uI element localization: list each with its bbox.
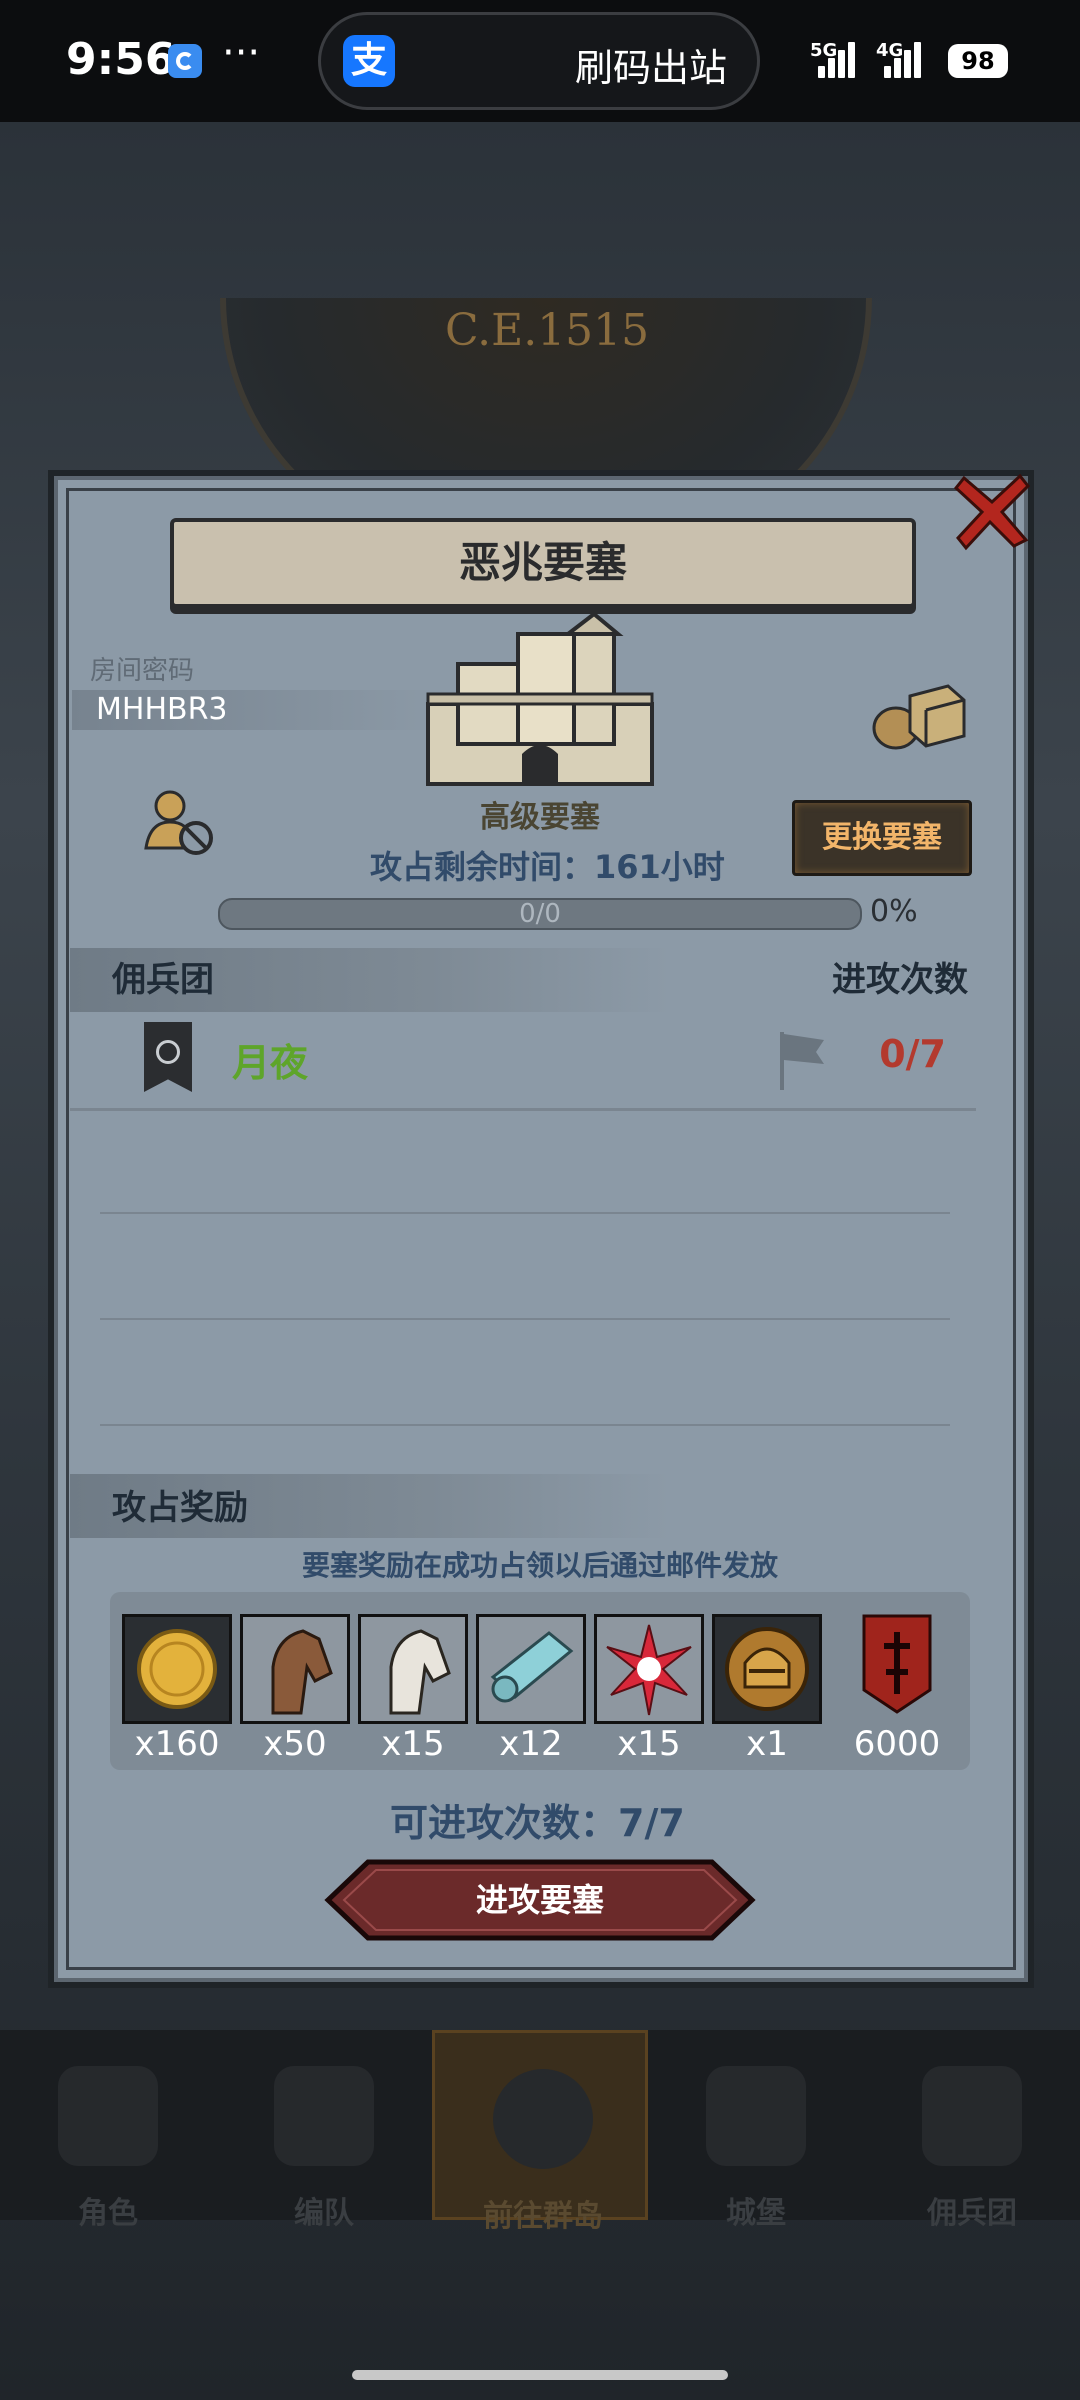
- guild-banner-icon: [144, 1022, 192, 1092]
- compass-icon: [493, 2069, 593, 2169]
- pill-text: 刷码出站: [574, 46, 727, 90]
- reward-item[interactable]: [240, 1614, 350, 1724]
- ship-icon: [922, 2066, 1022, 2166]
- attack-count-header: 进攻次数: [832, 960, 968, 1000]
- knight-helmet-coin-icon: [725, 1627, 809, 1711]
- knight-icon: [58, 2066, 158, 2166]
- reward-quantity: x12: [499, 1724, 563, 1764]
- nav-label: 城堡: [726, 2196, 786, 2231]
- nav-tab-character[interactable]: 角色: [0, 2030, 216, 2231]
- reward-quantity: x15: [381, 1724, 445, 1764]
- reward-item[interactable]: [358, 1614, 468, 1724]
- available-attacks-label: 可进攻次数：7/7: [390, 1801, 685, 1845]
- home-indicator[interactable]: [352, 2370, 728, 2380]
- browser-app-icon: [168, 44, 202, 78]
- reward-item[interactable]: [476, 1614, 586, 1724]
- supply-crate-icon[interactable]: [872, 680, 966, 750]
- castle-nav-icon: [706, 2066, 806, 2166]
- reward-quantity: 6000: [853, 1724, 941, 1764]
- signal-bars-icon: [818, 42, 866, 78]
- cloth-scroll-icon: [479, 1617, 583, 1721]
- empty-row-divider: [100, 1424, 950, 1426]
- room-password-label: 房间密码: [90, 656, 195, 686]
- nav-tab-guild[interactable]: 佣兵团: [864, 2030, 1080, 2231]
- fortress-level-label: 高级要塞: [480, 800, 600, 835]
- nav-label: 前往群岛: [483, 2199, 603, 2234]
- change-fortress-button[interactable]: 更换要塞: [792, 800, 972, 876]
- guild-name: 月夜: [232, 1041, 309, 1085]
- nav-tab-castle[interactable]: 城堡: [648, 2030, 864, 2231]
- dialog-title: 恶兆要塞: [458, 538, 627, 587]
- helmet-icon: [274, 2066, 374, 2166]
- nav-label: 角色: [78, 2196, 138, 2231]
- nav-label: 佣兵团: [927, 2196, 1017, 2231]
- empty-row-divider: [100, 1318, 950, 1320]
- guild-row[interactable]: 月夜 0/7: [70, 1012, 976, 1111]
- nav-tab-formation[interactable]: 编队: [216, 2030, 432, 2231]
- reward-item[interactable]: [712, 1614, 822, 1724]
- reward-note: 要塞奖励在成功占领以后通过邮件发放: [301, 1549, 778, 1582]
- empty-row-divider: [100, 1212, 950, 1214]
- nav-label: 编队: [294, 2196, 354, 2231]
- live-activity-pill[interactable]: 支 刷码出站: [318, 12, 760, 110]
- nav-tab-islands[interactable]: 前往群岛: [432, 2030, 648, 2234]
- gold-coin-icon: [137, 1629, 217, 1709]
- title-plaque: 恶兆要塞: [170, 518, 916, 608]
- guild-section-title: 佣兵团: [112, 960, 214, 1000]
- no-visitors-icon[interactable]: [144, 790, 214, 856]
- guild-banner-icon[interactable]: [860, 1612, 934, 1716]
- alipay-icon: 支: [343, 35, 395, 87]
- remaining-time-label: 攻占剩余时间：161小时: [370, 848, 725, 886]
- room-code[interactable]: MHHBR3: [96, 692, 228, 727]
- red-star-icon: [597, 1617, 701, 1721]
- flag-icon: [780, 1032, 824, 1090]
- progress-text: 0/0: [519, 899, 561, 929]
- signal-bars-icon: [884, 42, 932, 78]
- castle-icon: [426, 614, 654, 786]
- clock-time: 9:56: [66, 34, 176, 85]
- era-label: C.E.1515: [445, 305, 650, 356]
- battery-indicator: 98: [948, 44, 1008, 78]
- guild-attack-count: 0/7: [879, 1032, 946, 1076]
- reward-quantity: x50: [263, 1724, 327, 1764]
- more-notifications-icon: ···: [222, 30, 261, 76]
- close-button[interactable]: [950, 468, 1034, 552]
- reward-item[interactable]: [122, 1614, 232, 1724]
- status-bar: 9:56 ··· 支 刷码出站 5G 4G 98: [0, 0, 1080, 122]
- reward-item[interactable]: [594, 1614, 704, 1724]
- reward-section-title: 攻占奖励: [112, 1488, 248, 1528]
- brown-horse-icon: [243, 1617, 347, 1721]
- capture-progress-bar: 0/0: [218, 898, 862, 930]
- close-icon: [953, 473, 1031, 551]
- attack-button-label[interactable]: 进攻要塞: [324, 1858, 756, 1942]
- reward-quantity: x15: [617, 1724, 681, 1764]
- white-horse-icon: [361, 1617, 465, 1721]
- reward-quantity: x1: [746, 1724, 788, 1764]
- reward-quantity: x160: [134, 1724, 220, 1764]
- progress-percent: 0%: [870, 894, 918, 929]
